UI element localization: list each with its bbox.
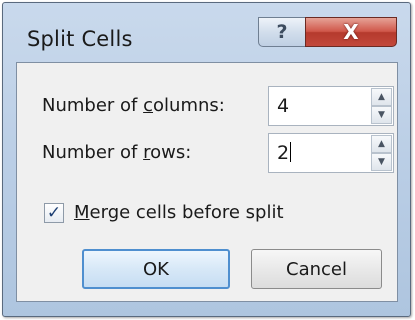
help-icon: ?	[276, 21, 288, 43]
rows-decrement-button[interactable]: ▼	[371, 153, 392, 171]
columns-increment-button[interactable]: ▲	[371, 88, 392, 106]
rows-input[interactable]: 2	[277, 142, 292, 164]
rows-label: Number of rows:	[42, 142, 192, 163]
merge-cells-option[interactable]: ✓ Merge cells before split	[44, 202, 284, 223]
columns-decrement-button[interactable]: ▼	[371, 106, 392, 124]
cancel-button[interactable]: Cancel	[251, 249, 382, 289]
checkmark-icon: ✓	[46, 202, 62, 223]
spin-up-icon: ▲	[378, 91, 385, 102]
merge-cells-checkbox[interactable]: ✓	[44, 202, 64, 223]
merge-cells-label[interactable]: Merge cells before split	[74, 202, 284, 223]
dialog-body: Number of columns: 4 ▲ ▼ Number of rows:…	[16, 62, 398, 302]
spin-down-icon: ▼	[378, 156, 385, 167]
help-button[interactable]: ?	[258, 17, 306, 47]
dialog-title: Split Cells	[27, 27, 133, 51]
spin-down-icon: ▼	[378, 109, 385, 120]
rows-increment-button[interactable]: ▲	[371, 135, 392, 153]
split-cells-dialog: Split Cells ? X Number of columns: 4 ▲ ▼…	[2, 2, 411, 317]
ok-button[interactable]: OK	[82, 249, 230, 289]
columns-spinner[interactable]: 4 ▲ ▼	[268, 86, 394, 126]
rows-spinner[interactable]: 2 ▲ ▼	[268, 133, 394, 173]
text-caret	[290, 142, 292, 162]
columns-input[interactable]: 4	[277, 95, 289, 117]
spin-up-icon: ▲	[378, 138, 385, 149]
close-icon: X	[343, 20, 359, 44]
columns-label: Number of columns:	[42, 95, 225, 116]
close-button[interactable]: X	[305, 17, 397, 47]
